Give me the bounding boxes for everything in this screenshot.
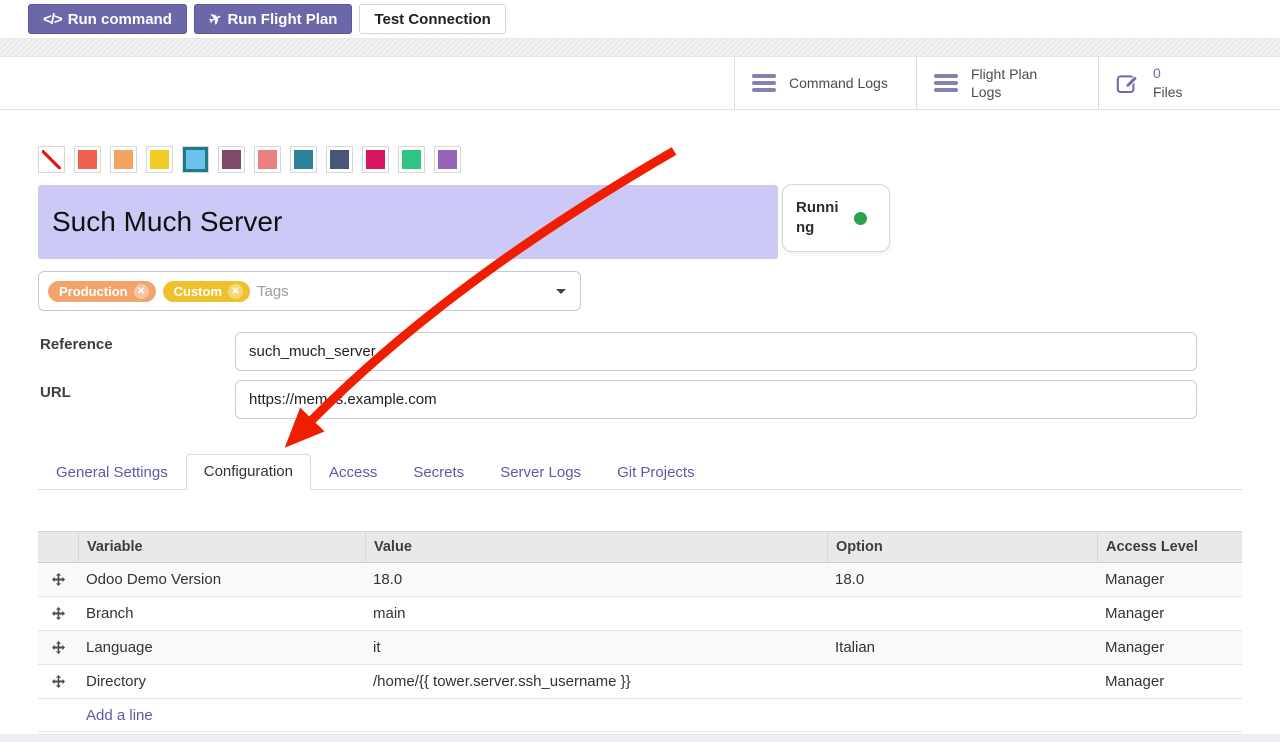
cell-value[interactable]: 18.0 [365, 563, 827, 596]
run-command-button[interactable]: </> Run command [28, 4, 187, 34]
cell-access-level[interactable]: Manager [1097, 631, 1242, 664]
edit-file-icon [1116, 71, 1140, 95]
server-name-input[interactable]: Such Much Server [38, 185, 778, 259]
drag-handle-icon[interactable] [52, 675, 65, 688]
files-count: 0 [1153, 65, 1183, 83]
tab-access[interactable]: Access [311, 456, 395, 489]
list-icon [934, 74, 958, 92]
color-swatch-purple[interactable] [434, 146, 461, 173]
tag-custom-label: Custom [174, 284, 222, 299]
chevron-down-icon[interactable] [556, 289, 566, 294]
tab-general-settings[interactable]: General Settings [38, 456, 186, 489]
server-form-sheet: Such Much Server Running Production ✕ Cu… [0, 110, 1280, 742]
color-picker [38, 146, 461, 173]
table-row[interactable]: Odoo Demo Version 18.0 18.0 Manager [38, 563, 1242, 597]
access-level-column-header[interactable]: Access Level [1097, 532, 1242, 562]
color-swatch-orange[interactable] [110, 146, 137, 173]
table-row[interactable]: Branch main Manager [38, 597, 1242, 631]
color-swatch-red[interactable] [74, 146, 101, 173]
color-swatch-salmon-pink[interactable] [254, 146, 281, 173]
color-swatch-dark-blue[interactable] [326, 146, 353, 173]
color-swatch-light-blue-selected[interactable] [182, 146, 209, 173]
flight-plan-logs-label: Flight Plan Logs [971, 65, 1071, 101]
cell-option[interactable]: 18.0 [827, 563, 1097, 596]
cell-variable[interactable]: Language [78, 631, 365, 664]
drag-handle-icon[interactable] [52, 641, 65, 654]
test-connection-button[interactable]: Test Connection [359, 4, 505, 34]
add-a-line-link[interactable]: Add a line [86, 707, 153, 724]
command-logs-stat-button[interactable]: Command Logs [734, 57, 916, 109]
url-value: https://memes.example.com [249, 391, 437, 408]
status-badge[interactable]: Running [782, 184, 890, 252]
tab-configuration[interactable]: Configuration [186, 454, 311, 490]
tab-server-logs[interactable]: Server Logs [482, 456, 599, 489]
variable-column-header[interactable]: Variable [78, 532, 365, 562]
drag-handle-icon[interactable] [52, 607, 65, 620]
tag-custom[interactable]: Custom ✕ [163, 281, 250, 302]
cell-access-level[interactable]: Manager [1097, 597, 1242, 630]
table-row[interactable]: Directory /home/{{ tower.server.ssh_user… [38, 665, 1242, 699]
color-swatch-dark-purple[interactable] [218, 146, 245, 173]
reference-value: such_much_server [249, 343, 376, 360]
color-swatch-green[interactable] [398, 146, 425, 173]
remove-tag-icon[interactable]: ✕ [228, 284, 243, 299]
action-toolbar: </> Run command ✈Run Flight Plan Test Con… [0, 0, 1280, 38]
cell-option[interactable]: Italian [827, 631, 1097, 664]
url-input[interactable]: https://memes.example.com [235, 380, 1197, 419]
drag-handle-icon[interactable] [52, 573, 65, 586]
page-background-strip [0, 734, 1280, 742]
reference-field-label: Reference [40, 336, 113, 353]
option-column-header[interactable]: Option [827, 532, 1097, 562]
table-row[interactable]: Language it Italian Manager [38, 631, 1242, 665]
status-label: Running [796, 198, 844, 239]
cell-variable[interactable]: Odoo Demo Version [78, 563, 365, 596]
tag-production[interactable]: Production ✕ [48, 281, 156, 302]
reference-input[interactable]: such_much_server [235, 332, 1197, 371]
tag-production-label: Production [59, 284, 128, 299]
color-swatch-medium-blue[interactable] [290, 146, 317, 173]
hatched-divider-strip [0, 38, 1280, 57]
test-connection-label: Test Connection [374, 11, 490, 28]
tags-input[interactable]: Production ✕ Custom ✕ Tags [38, 271, 581, 311]
table-header-row: Variable Value Option Access Level [38, 531, 1242, 563]
remove-tag-icon[interactable]: ✕ [134, 284, 149, 299]
add-a-line-row: Add a line [38, 699, 1242, 732]
handle-column-header [38, 532, 78, 562]
status-green-dot-icon [854, 212, 867, 225]
run-flight-plan-label: Run Flight Plan [227, 11, 337, 28]
tags-placeholder: Tags [257, 283, 549, 300]
flight-plan-logs-stat-button[interactable]: Flight Plan Logs [916, 57, 1098, 109]
cell-value[interactable]: /home/{{ tower.server.ssh_username }} [365, 665, 827, 698]
tab-git-projects[interactable]: Git Projects [599, 456, 713, 489]
files-label: Files [1153, 83, 1183, 101]
cell-variable[interactable]: Directory [78, 665, 365, 698]
cell-access-level[interactable]: Manager [1097, 665, 1242, 698]
url-field-label: URL [40, 384, 71, 401]
list-icon [752, 74, 776, 92]
color-swatch-fuchsia[interactable] [362, 146, 389, 173]
configuration-variables-table: Variable Value Option Access Level Odoo … [38, 531, 1242, 732]
cell-option[interactable] [827, 665, 1097, 698]
code-icon: </> [43, 11, 62, 28]
command-logs-label: Command Logs [789, 74, 888, 92]
run-command-label: Run command [68, 11, 172, 28]
notebook-tabs: General Settings Configuration Access Se… [38, 454, 1242, 490]
server-name-value: Such Much Server [52, 206, 282, 238]
cell-access-level[interactable]: Manager [1097, 563, 1242, 596]
value-column-header[interactable]: Value [365, 532, 827, 562]
plane-icon: ✈ [206, 8, 225, 30]
color-swatch-yellow[interactable] [146, 146, 173, 173]
tab-secrets[interactable]: Secrets [395, 456, 482, 489]
color-swatch-no-color[interactable] [38, 146, 65, 173]
cell-option[interactable] [827, 597, 1097, 630]
cell-value[interactable]: it [365, 631, 827, 664]
cell-variable[interactable]: Branch [78, 597, 365, 630]
cell-value[interactable]: main [365, 597, 827, 630]
files-stat-button[interactable]: 0 Files [1098, 57, 1280, 109]
stat-button-band: Command Logs Flight Plan Logs 0 Files [0, 57, 1280, 110]
run-flight-plan-button[interactable]: ✈Run Flight Plan [194, 4, 353, 34]
